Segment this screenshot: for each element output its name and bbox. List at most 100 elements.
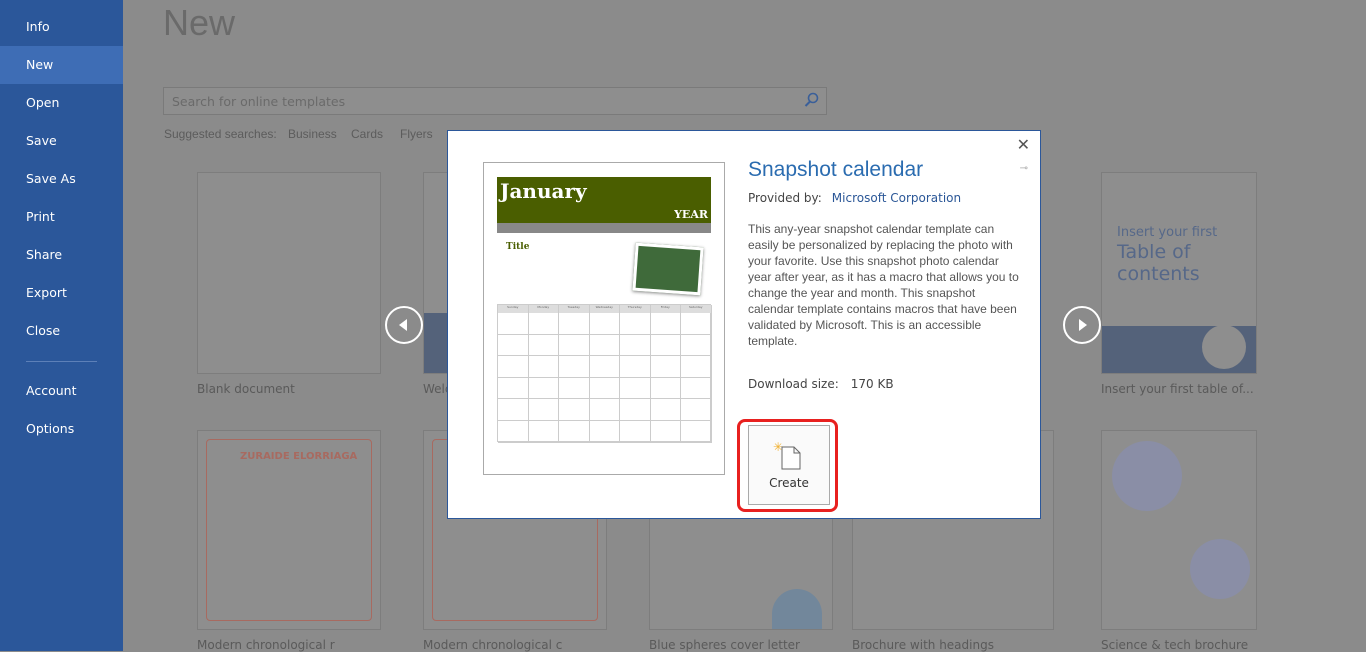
toc-line1: Insert your first — [1117, 225, 1218, 240]
calendar-cell — [650, 313, 681, 335]
calendar-cell — [589, 313, 620, 335]
nav-save-as[interactable]: Save As — [0, 160, 123, 198]
resume-name: ZURAIDE ELORRIAGA — [240, 451, 358, 462]
nav-close[interactable]: Close — [0, 312, 123, 350]
toc-icon — [1202, 325, 1246, 369]
template-description: This any-year snapshot calendar template… — [748, 222, 1019, 348]
calendar-cell — [589, 334, 620, 357]
nav-account[interactable]: Account — [0, 372, 123, 410]
divider — [26, 361, 97, 362]
calendar-cell — [559, 356, 590, 378]
calendar-cell — [559, 421, 590, 443]
calendar-cell — [559, 377, 590, 400]
calendar-cell — [681, 356, 712, 378]
provider-line: Provided by: Microsoft Corporation — [748, 191, 962, 205]
calendar-grid: Sunday Monday Tuesday Wednesday Thursday Frid… — [497, 304, 712, 443]
close-icon[interactable]: ✕ — [1017, 135, 1030, 154]
nav-info[interactable]: Info — [0, 8, 123, 46]
calendar-cell — [528, 356, 559, 378]
template-blank[interactable] — [197, 172, 381, 374]
provider-link[interactable]: Microsoft Corporation — [832, 191, 961, 205]
play-right-icon — [1079, 319, 1087, 331]
calendar-cell — [498, 334, 529, 357]
calendar-cell — [589, 421, 620, 443]
calendar-cell — [528, 313, 559, 335]
calendar-cell — [650, 399, 681, 421]
nav-print[interactable]: Print — [0, 198, 123, 236]
calendar-cell — [620, 334, 651, 357]
template-label: Blue spheres cover letter — [649, 638, 800, 652]
toucan-photo — [632, 242, 704, 296]
calendar-cell — [528, 421, 559, 443]
backstage-sidebar: Info New Open Save Save As Print Share E… — [0, 0, 123, 651]
calendar-cell — [589, 399, 620, 421]
pin-icon[interactable]: ⊸ — [1020, 163, 1028, 174]
nav-share[interactable]: Share — [0, 236, 123, 274]
calendar-cell — [620, 377, 651, 400]
play-left-icon — [399, 319, 407, 331]
page-title: New — [163, 2, 236, 43]
calendar-cell — [498, 377, 529, 400]
calendar-cell — [650, 356, 681, 378]
download-size: Download size: 170 KB — [748, 377, 894, 391]
calendar-cell — [620, 421, 651, 443]
nav-options[interactable]: Options — [0, 410, 123, 448]
calendar-cell — [681, 313, 712, 335]
calendar-day-header: Wednesday — [589, 305, 620, 313]
calendar-cell — [681, 377, 712, 400]
template-label: Blank document — [197, 382, 295, 396]
calendar-day-header: Thursday — [620, 305, 651, 313]
template-preview-image: January YEAR Title Sunday Monday Tuesday We… — [483, 162, 725, 475]
suggested-searches: Suggested searches: Business Cards Flyer… — [123, 127, 443, 143]
suggested-label: Suggested searches: — [164, 127, 277, 141]
suggested-business[interactable]: Business — [288, 127, 337, 141]
highlight-annotation — [737, 419, 838, 512]
calendar-cell — [498, 313, 529, 335]
template-label: Modern chronological c — [423, 638, 563, 652]
template-title: Snapshot calendar — [748, 158, 924, 181]
calendar-cell — [498, 421, 529, 443]
next-template-button[interactable] — [1063, 306, 1101, 344]
previous-template-button[interactable] — [385, 306, 423, 344]
calendar-cell — [528, 334, 559, 357]
calendar-cell — [498, 356, 529, 378]
nav-open[interactable]: Open — [0, 84, 123, 122]
calendar-cell — [620, 313, 651, 335]
calendar-cell — [650, 377, 681, 400]
calendar-cell — [559, 334, 590, 357]
suggested-flyers[interactable]: Flyers — [400, 127, 433, 141]
calendar-cell — [681, 421, 712, 443]
calendar-cell — [528, 377, 559, 400]
calendar-cell — [589, 356, 620, 378]
calendar-cell — [650, 421, 681, 443]
nav-new[interactable]: New — [0, 46, 123, 84]
search-input[interactable]: Search for online templates — [163, 87, 827, 115]
template-science-brochure[interactable] — [1101, 430, 1257, 630]
suggested-cards[interactable]: Cards — [351, 127, 383, 141]
calendar-banner: January YEAR — [497, 177, 711, 223]
search-icon[interactable] — [804, 92, 820, 111]
calendar-day-header: Friday — [650, 305, 681, 313]
template-label: Insert your first table of... — [1101, 382, 1254, 396]
template-preview-dialog: ✕ ⊸ January YEAR Title Sunday Monday Tuesd… — [447, 130, 1041, 519]
calendar-cell — [528, 399, 559, 421]
preview-heading: Title — [506, 242, 530, 252]
calendar-cell — [589, 377, 620, 400]
calendar-cell — [559, 313, 590, 335]
calendar-day-header: Sunday — [498, 305, 529, 313]
template-toc[interactable]: Insert your first Table of contents — [1101, 172, 1257, 374]
calendar-cell — [681, 334, 712, 357]
template-label: Science & tech brochure — [1101, 638, 1249, 652]
search-placeholder: Search for online templates — [172, 94, 346, 109]
calendar-cell — [498, 399, 529, 421]
toc-heading: Table of contents — [1117, 241, 1200, 285]
template-label: Modern chronological r — [197, 638, 335, 652]
nav-save[interactable]: Save — [0, 122, 123, 160]
calendar-day-header: Saturday — [681, 305, 712, 313]
template-modern-chrono-resume[interactable]: ZURAIDE ELORRIAGA — [197, 430, 381, 630]
calendar-cell — [620, 399, 651, 421]
nav-export[interactable]: Export — [0, 274, 123, 312]
calendar-cell — [559, 399, 590, 421]
template-label: Brochure with headings — [852, 638, 994, 652]
calendar-day-header: Monday — [528, 305, 559, 313]
